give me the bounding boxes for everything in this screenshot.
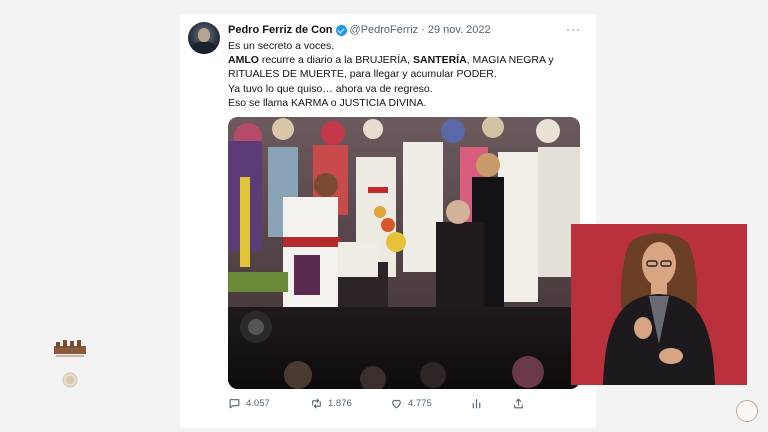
- avatar[interactable]: [188, 22, 220, 54]
- comment-icon: [229, 399, 240, 409]
- author-name[interactable]: Pedro Ferriz de Con: [228, 24, 333, 36]
- interpreter-figure: [603, 233, 715, 385]
- government-emblem-icon: [54, 340, 86, 388]
- ceremony-photo: [228, 117, 580, 389]
- verified-badge-icon: [335, 24, 347, 36]
- tweet-text-segment: , MAGIA NEGRA y: [466, 54, 554, 67]
- author-handle[interactable]: @PedroFerriz: [350, 24, 419, 36]
- tweet-text-segment: AMLO: [228, 54, 259, 67]
- share-button[interactable]: [512, 397, 525, 410]
- heart-icon: [392, 399, 401, 409]
- tweet-card[interactable]: Pedro Ferriz de Con @PedroFerriz · 29 no…: [180, 14, 596, 428]
- like-button[interactable]: 4.775: [390, 397, 432, 410]
- sign-language-interpreter: [571, 224, 747, 385]
- tweet-actions: 4.057 1.876 4.775: [228, 397, 528, 413]
- more-options-icon[interactable]: ···: [566, 22, 581, 36]
- reply-button[interactable]: 4.057: [228, 397, 270, 410]
- tweet-text-line: Ya tuvo lo que quiso… ahora va de regres…: [228, 82, 588, 96]
- tweet-text-segment: Es un secreto a voces.: [228, 40, 335, 52]
- tweet-text-line: Eso se llama KARMA o JUSTICIA DIVINA.: [228, 96, 588, 110]
- reply-count: 4.057: [246, 398, 270, 409]
- tweet-header: Pedro Ferriz de Con @PedroFerriz · 29 no…: [228, 22, 558, 38]
- bar-chart-icon: [472, 399, 481, 409]
- tweet-text-line: Es un secreto a voces.: [228, 39, 588, 53]
- tweet-text-line: RITUALES DE MUERTE, para llegar y acumul…: [228, 67, 588, 81]
- government-seal-icon: [736, 400, 758, 422]
- stats-button[interactable]: [470, 397, 483, 410]
- tweet-text-segment: Ya tuvo lo que quiso… ahora va de regres…: [228, 82, 433, 95]
- separator: ·: [421, 24, 425, 36]
- retweet-button[interactable]: 1.876: [310, 397, 352, 410]
- tweet-photo[interactable]: [228, 117, 580, 389]
- retweet-count: 1.876: [328, 398, 352, 409]
- tweet-date[interactable]: 29 nov. 2022: [428, 24, 491, 36]
- tweet-text-line: AMLO recurre a diario a la BRUJERÍA, SAN…: [228, 53, 588, 67]
- tweet-text-segment: SANTERÍA: [412, 54, 467, 67]
- share-icon: [514, 398, 523, 409]
- tweet-text-segment: recurre a diario a la BRUJERÍA,: [258, 54, 413, 67]
- tweet-text-segment: Eso se llama KARMA o JUSTICIA DIVINA.: [228, 96, 427, 109]
- tweet-text-segment: RITUALES DE MUERTE, para llegar y acumul…: [228, 68, 497, 81]
- retweet-icon: [312, 398, 321, 409]
- tweet-text: Es un secreto a voces. AMLO recurre a dia…: [228, 39, 588, 110]
- like-count: 4.775: [408, 398, 432, 409]
